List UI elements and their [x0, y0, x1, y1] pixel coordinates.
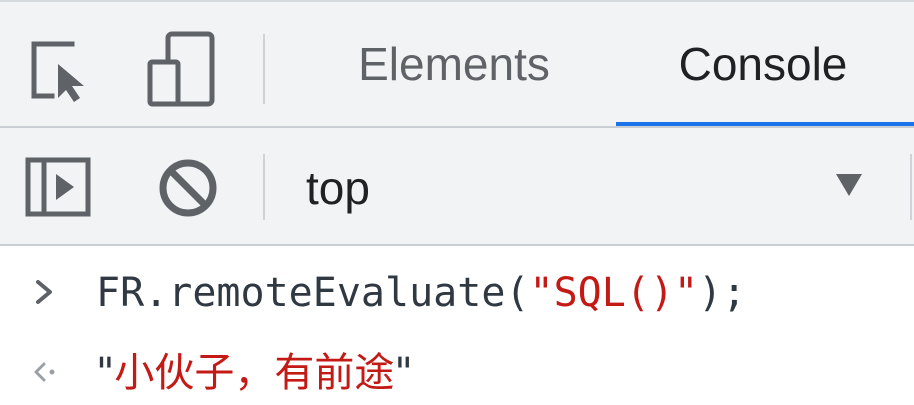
console-input-line[interactable]: FR.remoteEvaluate("SQL()"); — [0, 256, 914, 330]
console-input-code: FR.remoteEvaluate("SQL()"); — [96, 256, 746, 330]
chevron-right-icon — [36, 280, 52, 304]
string-quote-open: " — [529, 270, 554, 316]
toolbar-separator — [910, 154, 912, 220]
execution-context-select[interactable]: top — [280, 140, 910, 236]
device-toolbar-icon — [147, 31, 215, 107]
code-suffix: ); — [698, 270, 747, 316]
device-toolbar-button[interactable] — [140, 28, 222, 110]
result-arrow-icon — [34, 362, 55, 382]
toolbar-divider — [0, 244, 914, 246]
code-prefix: FR.remoteEvaluate( — [96, 270, 530, 316]
result-string: 小伙子，有前途 — [114, 350, 395, 396]
clear-console-icon — [159, 159, 217, 217]
show-sidebar-button[interactable] — [22, 152, 94, 222]
devtools-panel: Elements Console top FR.remoteEvaluate("… — [0, 0, 914, 405]
tab-console-label: Console — [678, 38, 848, 90]
result-quote-open: " — [96, 350, 115, 396]
tab-console[interactable]: Console — [614, 0, 912, 128]
result-quote-close: " — [394, 350, 413, 396]
console-result-line: "小伙子，有前途" — [0, 336, 914, 405]
dropdown-arrow-icon — [836, 174, 862, 196]
console-result-value: "小伙子，有前途" — [96, 336, 413, 405]
string-quote-close: " — [674, 270, 699, 316]
toolbar-separator — [263, 34, 265, 104]
show-sidebar-icon — [25, 157, 91, 217]
tab-elements-label: Elements — [358, 38, 550, 90]
inspect-element-button[interactable] — [28, 38, 96, 106]
execution-context-value: top — [306, 162, 370, 214]
toolbar-separator — [263, 154, 265, 220]
clear-console-button[interactable] — [150, 152, 226, 224]
inspect-element-icon — [31, 41, 84, 102]
tab-elements[interactable]: Elements — [318, 0, 590, 128]
string-argument: SQL() — [553, 270, 674, 316]
